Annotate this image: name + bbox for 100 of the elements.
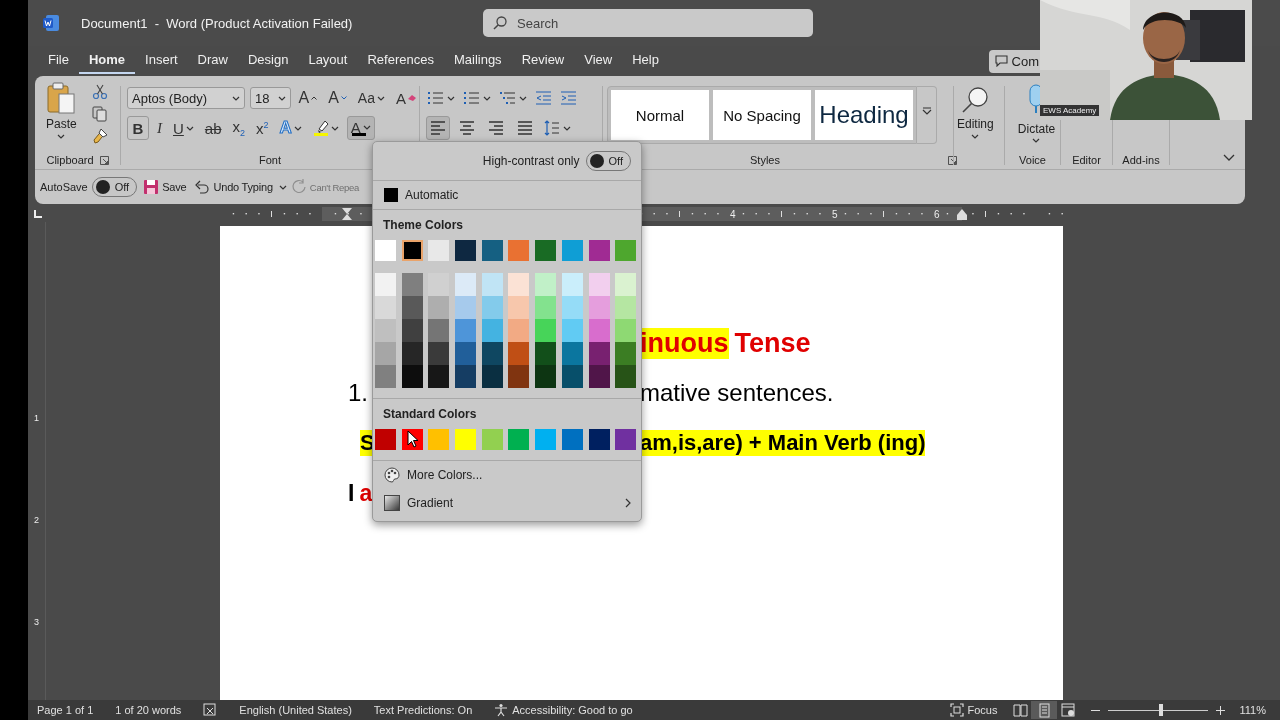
color-swatch[interactable] bbox=[508, 429, 530, 450]
ribbon-tab[interactable]: Insert bbox=[135, 48, 188, 74]
bold-button[interactable]: B bbox=[127, 116, 149, 140]
color-swatch[interactable] bbox=[481, 429, 503, 450]
color-swatch[interactable] bbox=[535, 429, 557, 450]
word-count[interactable]: 1 of 20 words bbox=[115, 704, 182, 716]
grow-font-button[interactable]: A bbox=[295, 86, 321, 110]
editing-button[interactable]: Editing bbox=[954, 80, 997, 152]
ribbon-tab[interactable]: References bbox=[357, 48, 444, 74]
focus-button[interactable]: Focus bbox=[949, 703, 998, 717]
change-case-button[interactable]: Aa bbox=[354, 86, 388, 110]
color-swatch[interactable] bbox=[481, 240, 503, 261]
chevron-icon[interactable] bbox=[563, 125, 571, 131]
chevron-icon[interactable] bbox=[483, 95, 491, 101]
text-predictions-status[interactable]: Text Predictions: On bbox=[373, 704, 473, 716]
proofing-icon[interactable] bbox=[203, 703, 218, 717]
color-swatch[interactable] bbox=[428, 296, 450, 319]
color-swatch[interactable] bbox=[375, 240, 396, 261]
color-swatch[interactable] bbox=[588, 240, 610, 261]
color-swatch[interactable] bbox=[615, 429, 637, 450]
color-swatch[interactable] bbox=[508, 342, 530, 365]
color-swatch[interactable] bbox=[455, 296, 477, 319]
strikethrough-button[interactable]: ab bbox=[201, 116, 225, 140]
color-swatch[interactable] bbox=[401, 240, 423, 261]
format-painter-icon[interactable] bbox=[91, 128, 108, 144]
align-left-button[interactable] bbox=[426, 116, 450, 140]
ribbon-tab[interactable]: Home bbox=[78, 48, 136, 74]
color-swatch[interactable] bbox=[535, 365, 557, 388]
color-swatch[interactable] bbox=[535, 296, 557, 319]
ribbon-tab[interactable]: Review bbox=[511, 48, 575, 74]
color-swatch[interactable] bbox=[455, 319, 477, 342]
color-swatch[interactable] bbox=[535, 240, 557, 261]
italic-button[interactable]: I bbox=[154, 116, 165, 140]
paste-button[interactable]: Paste bbox=[43, 80, 80, 152]
color-swatch[interactable] bbox=[508, 296, 530, 319]
font-size-field[interactable]: 18 bbox=[250, 87, 291, 109]
color-swatch[interactable] bbox=[401, 273, 423, 296]
color-swatch[interactable] bbox=[481, 342, 503, 365]
color-swatch[interactable] bbox=[428, 429, 450, 450]
style-option[interactable]: Normal bbox=[611, 90, 709, 140]
color-swatch[interactable] bbox=[535, 342, 557, 365]
comments-button[interactable]: Com bbox=[988, 49, 1040, 73]
color-swatch[interactable] bbox=[455, 240, 477, 261]
increase-indent-icon[interactable] bbox=[561, 91, 577, 105]
chevron-icon[interactable] bbox=[519, 95, 527, 101]
font-name-field[interactable]: Aptos (Body) bbox=[127, 87, 246, 109]
color-swatch[interactable] bbox=[401, 342, 423, 365]
clear-formatting-button[interactable]: A bbox=[393, 86, 419, 110]
chevron-icon[interactable] bbox=[447, 95, 455, 101]
zoom-level[interactable]: 111% bbox=[1239, 704, 1266, 716]
color-swatch[interactable] bbox=[561, 296, 583, 319]
more-colors-option[interactable]: More Colors... bbox=[373, 461, 641, 489]
ribbon-tab[interactable]: Mailings bbox=[443, 48, 512, 74]
color-swatch[interactable] bbox=[535, 319, 557, 342]
ribbon-tab[interactable]: View bbox=[574, 48, 623, 74]
color-swatch[interactable] bbox=[455, 342, 477, 365]
color-swatch[interactable] bbox=[455, 429, 477, 450]
search-field[interactable]: Search bbox=[483, 9, 813, 37]
ribbon-tab[interactable]: Layout bbox=[298, 48, 358, 74]
color-swatch[interactable] bbox=[588, 319, 610, 342]
superscript-button[interactable]: x$^{2}$ bbox=[253, 116, 272, 140]
color-swatch[interactable] bbox=[535, 273, 557, 296]
color-swatch[interactable] bbox=[588, 273, 610, 296]
color-swatch[interactable] bbox=[375, 365, 396, 388]
color-swatch[interactable] bbox=[561, 319, 583, 342]
color-swatch[interactable] bbox=[481, 273, 503, 296]
ribbon-tab[interactable]: Draw bbox=[187, 48, 238, 74]
decrease-indent-icon[interactable] bbox=[536, 91, 552, 105]
color-swatch[interactable] bbox=[428, 240, 450, 261]
gallery-more-icon[interactable] bbox=[921, 107, 932, 115]
color-swatch[interactable] bbox=[375, 319, 396, 342]
subscript-button[interactable]: x$_{2}$ bbox=[229, 116, 249, 140]
numbering-icon[interactable] bbox=[464, 91, 480, 105]
undo-button[interactable]: Undo Typing bbox=[192, 179, 275, 195]
color-swatch[interactable] bbox=[455, 365, 477, 388]
dialog-launcher-icon[interactable] bbox=[99, 155, 109, 165]
automatic-color-option[interactable]: Automatic bbox=[373, 181, 641, 209]
line-spacing-icon[interactable] bbox=[544, 120, 560, 136]
shrink-font-button[interactable]: A bbox=[325, 86, 350, 110]
color-swatch[interactable] bbox=[428, 319, 450, 342]
color-swatch[interactable] bbox=[428, 365, 450, 388]
color-swatch[interactable] bbox=[561, 240, 583, 261]
copy-icon[interactable] bbox=[91, 106, 108, 122]
color-swatch[interactable] bbox=[481, 365, 503, 388]
color-swatch[interactable] bbox=[401, 365, 423, 388]
color-swatch[interactable] bbox=[615, 319, 637, 342]
collapse-ribbon-icon[interactable] bbox=[1223, 154, 1235, 161]
color-swatch[interactable] bbox=[401, 296, 423, 319]
underline-button[interactable]: U bbox=[170, 116, 197, 140]
ribbon-tab[interactable]: Design bbox=[237, 48, 299, 74]
gradient-option[interactable]: Gradient bbox=[373, 489, 641, 517]
color-swatch[interactable] bbox=[481, 296, 503, 319]
color-swatch[interactable] bbox=[588, 429, 610, 450]
color-swatch[interactable] bbox=[401, 319, 423, 342]
color-swatch[interactable] bbox=[561, 273, 583, 296]
dialog-launcher-icon[interactable] bbox=[947, 155, 957, 165]
color-swatch[interactable] bbox=[508, 273, 530, 296]
color-swatch[interactable] bbox=[375, 342, 396, 365]
save-button[interactable]: Save bbox=[141, 179, 189, 195]
bullets-icon[interactable] bbox=[428, 91, 444, 105]
